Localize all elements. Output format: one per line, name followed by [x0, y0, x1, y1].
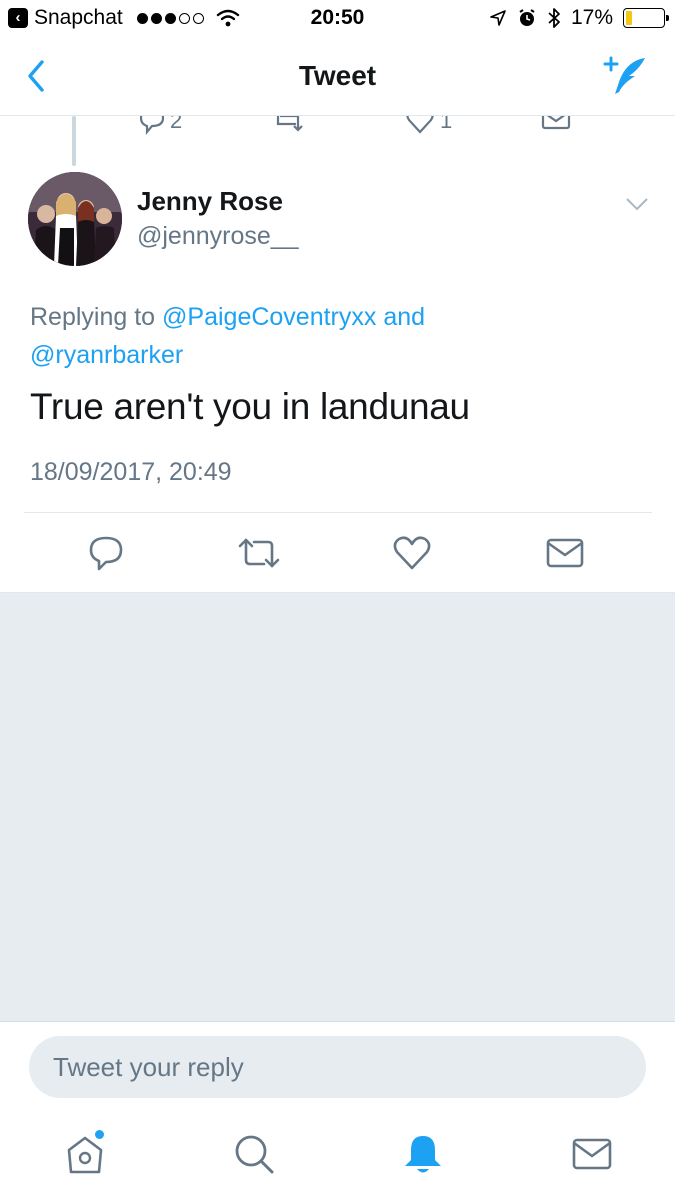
- battery-percent: 17%: [570, 6, 613, 29]
- status-right: 17%: [489, 6, 669, 30]
- battery-level-fill: [626, 11, 633, 25]
- compose-tweet-icon[interactable]: [601, 54, 649, 98]
- search-icon[interactable]: [232, 1132, 276, 1176]
- user-handle[interactable]: @jennyrose__: [137, 222, 299, 251]
- alarm-icon: [519, 9, 535, 26]
- tweet-text: True aren't you in landunau: [30, 386, 470, 427]
- avatar-photo: [28, 172, 122, 266]
- bottom-tab-bar: [0, 1114, 675, 1200]
- previous-tweet-actions: 2 1: [0, 116, 675, 138]
- location-icon: [490, 10, 506, 26]
- reply-bar: [0, 1022, 675, 1114]
- mention-link-paige[interactable]: @PaigeCoventryxx: [162, 303, 376, 331]
- home-notification-dot: [95, 1130, 104, 1139]
- retweet-icon[interactable]: [236, 530, 282, 576]
- replying-to-label: Replying to: [30, 303, 156, 331]
- reply-icon[interactable]: [83, 530, 129, 576]
- bluetooth-icon: [548, 8, 560, 28]
- reply-input[interactable]: [29, 1036, 646, 1098]
- prev-retweet-icon[interactable]: [272, 116, 304, 136]
- page-title: Tweet: [298, 60, 377, 91]
- battery-icon: [623, 8, 669, 28]
- divider: [24, 512, 652, 513]
- prev-message-icon[interactable]: [541, 116, 571, 136]
- messages-envelope-icon[interactable]: [570, 1132, 614, 1176]
- tweet-timestamp: 18/09/2017, 20:49: [30, 458, 232, 486]
- replying-to-line: Replying to @PaigeCoventryxx and @ryanrb…: [30, 298, 650, 374]
- replying-and-word: and: [383, 303, 426, 331]
- mention-link-ryan[interactable]: @ryanrbarker: [30, 341, 183, 369]
- prev-like-icon[interactable]: [405, 116, 435, 136]
- user-display-name[interactable]: Jenny Rose: [137, 186, 283, 217]
- tweet-actions: [0, 530, 675, 576]
- nav-bar: Tweet: [0, 38, 675, 116]
- avatar[interactable]: [28, 172, 122, 266]
- empty-replies-area: [0, 592, 675, 1022]
- prev-reply-icon[interactable]: [137, 116, 167, 136]
- status-bar: ‹ Snapchat 20:50 17%: [0, 0, 675, 38]
- like-heart-icon[interactable]: [389, 530, 435, 576]
- prev-like-count: 1: [440, 116, 453, 133]
- chevron-down-icon[interactable]: [625, 196, 649, 212]
- prev-reply-count: 2: [170, 116, 183, 133]
- direct-message-icon[interactable]: [542, 530, 588, 576]
- notifications-bell-icon[interactable]: [401, 1132, 445, 1176]
